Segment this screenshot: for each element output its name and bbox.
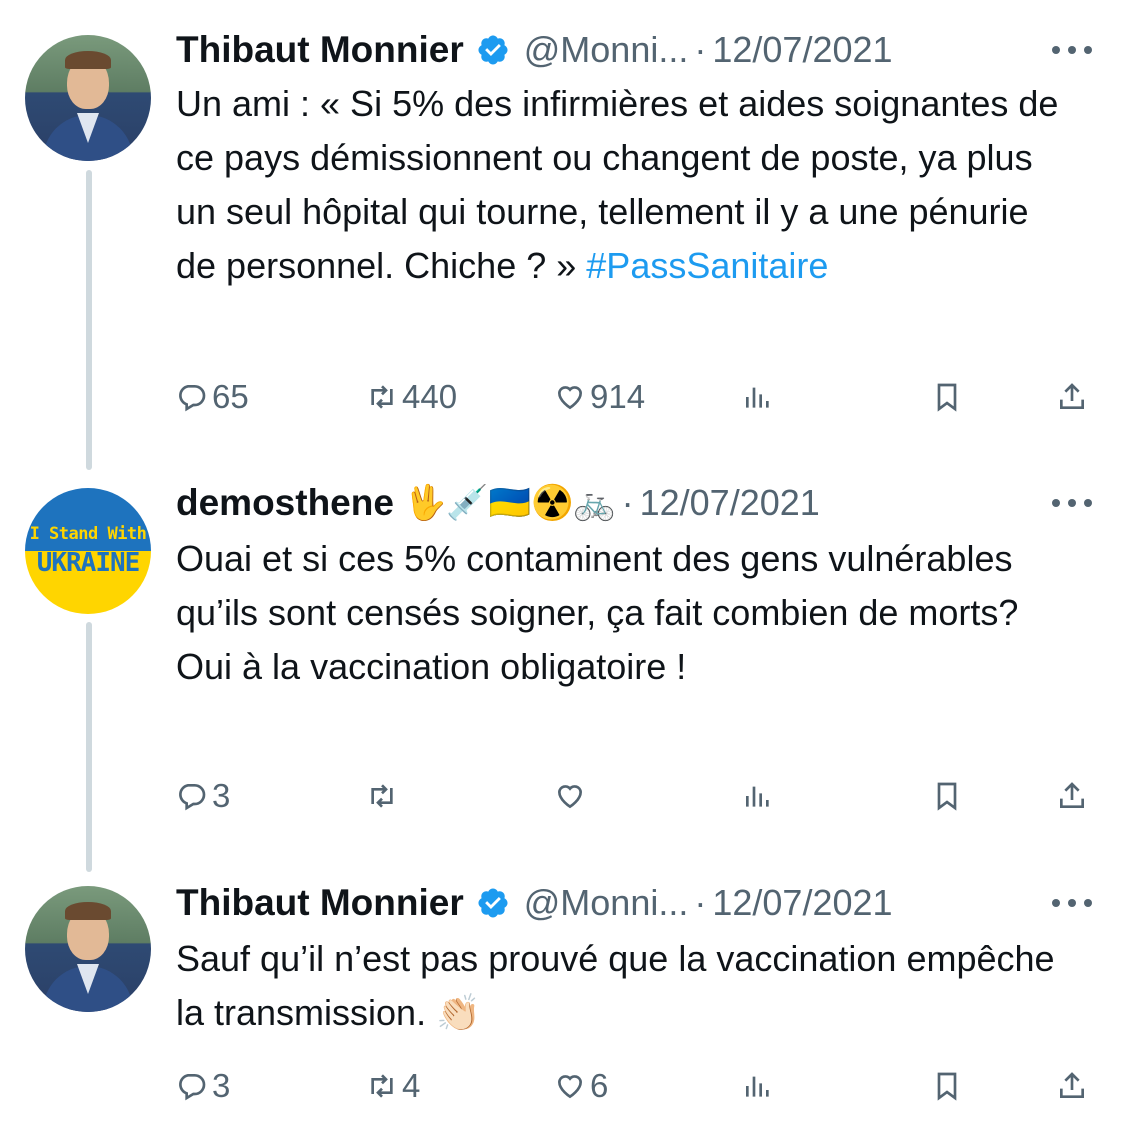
author-avatar[interactable]: [25, 35, 151, 161]
like-button[interactable]: 6: [554, 1066, 608, 1106]
tweet-3[interactable]: Thibaut Monnier @Monni... · 12/07/2021 S…: [0, 878, 1125, 1118]
share-icon: [1060, 383, 1084, 409]
share-button[interactable]: [1056, 1066, 1088, 1106]
bookmark-button[interactable]: [931, 1066, 963, 1106]
action-bar: 3: [176, 776, 1096, 816]
verified-badge-icon: [478, 35, 508, 65]
share-icon: [1060, 782, 1084, 808]
share-icon: [1060, 1072, 1084, 1098]
heart-icon: [557, 785, 583, 809]
author-avatar[interactable]: [25, 886, 151, 1012]
like-button[interactable]: 914: [554, 377, 645, 417]
name-emojis: 🖖💉🇺🇦☢️🚲: [403, 484, 616, 522]
avatar-text-line2: UKRAINE: [36, 548, 141, 578]
reply-button[interactable]: 65: [176, 377, 249, 417]
author-handle[interactable]: @Monni...: [524, 882, 689, 924]
more-dots-icon[interactable]: [1052, 499, 1092, 509]
bookmark-icon: [937, 383, 957, 412]
heart-icon: [557, 1075, 583, 1099]
hashtag-link[interactable]: #PassSanitaire: [586, 245, 828, 286]
reply-count: 3: [212, 1067, 231, 1104]
tweet-date[interactable]: 12/07/2021: [640, 482, 820, 524]
reply-icon: [179, 385, 206, 412]
views-chart-icon: [746, 786, 769, 807]
avatar-text-line1: I Stand With: [29, 524, 147, 544]
separator-dot: ·: [621, 482, 634, 523]
retweet-button[interactable]: 4: [366, 1066, 420, 1106]
verified-badge-icon: [478, 888, 508, 918]
reply-icon: [179, 784, 206, 811]
views-chart-icon: [746, 387, 769, 408]
bookmark-button[interactable]: [931, 377, 963, 417]
retweet-button[interactable]: 440: [366, 377, 457, 417]
bookmark-icon: [937, 782, 957, 811]
more-dots-icon[interactable]: [1052, 46, 1092, 56]
views-chart-icon: [746, 1076, 769, 1097]
like-button[interactable]: [554, 776, 590, 816]
bookmark-icon: [937, 1072, 957, 1101]
author-name[interactable]: Thibaut Monnier: [176, 29, 464, 71]
retweet-button[interactable]: [366, 776, 402, 816]
action-bar: 3 4 6: [176, 1066, 1096, 1106]
tweet-header: demosthene 🖖💉🇺🇦☢️🚲 · 12/07/2021: [176, 478, 820, 528]
share-button[interactable]: [1056, 776, 1088, 816]
reply-count: 65: [212, 378, 249, 415]
tweet-1[interactable]: Thibaut Monnier @Monni... · 12/07/2021 U…: [0, 25, 1125, 425]
tweet-text: Un ami : « Si 5% des infirmières et aide…: [176, 77, 1076, 293]
share-button[interactable]: [1056, 377, 1088, 417]
heart-icon: [557, 386, 583, 410]
views-button[interactable]: [742, 1066, 774, 1106]
retweet-count: 440: [402, 378, 458, 415]
author-name[interactable]: demosthene: [176, 482, 394, 524]
tweet-text: Sauf qu’il n’est pas prouvé que la vacci…: [176, 938, 1055, 1033]
action-bar: 65 440 914: [176, 377, 1096, 417]
separator-dot: ·: [694, 29, 707, 70]
reply-icon: [179, 1074, 206, 1101]
like-count: 6: [590, 1067, 609, 1104]
author-handle[interactable]: @Monni...: [524, 29, 689, 71]
separator-dot: ·: [694, 882, 707, 923]
more-dots-icon[interactable]: [1052, 899, 1092, 909]
retweet-count: 4: [402, 1067, 421, 1104]
bookmark-button[interactable]: [931, 776, 963, 816]
author-name[interactable]: Thibaut Monnier: [176, 882, 464, 924]
views-button[interactable]: [742, 776, 774, 816]
tweet-date[interactable]: 12/07/2021: [712, 882, 892, 924]
like-count: 914: [590, 378, 646, 415]
author-avatar[interactable]: I Stand With UKRAINE: [25, 488, 151, 614]
retweet-icon: [371, 1074, 393, 1098]
tweet-header: Thibaut Monnier @Monni... · 12/07/2021: [176, 25, 893, 75]
tweet-date[interactable]: 12/07/2021: [712, 29, 892, 71]
retweet-icon: [371, 784, 393, 808]
views-button[interactable]: [742, 377, 774, 417]
reply-button[interactable]: 3: [176, 1066, 230, 1106]
reply-count: 3: [212, 777, 231, 814]
retweet-icon: [371, 385, 393, 409]
tweet-text: Ouai et si ces 5% contaminent des gens v…: [176, 538, 1019, 687]
tweet-2[interactable]: I Stand With UKRAINE demosthene 🖖💉🇺🇦☢️🚲 …: [0, 478, 1125, 838]
reply-button[interactable]: 3: [176, 776, 230, 816]
tweet-header: Thibaut Monnier @Monni... · 12/07/2021: [176, 878, 893, 928]
